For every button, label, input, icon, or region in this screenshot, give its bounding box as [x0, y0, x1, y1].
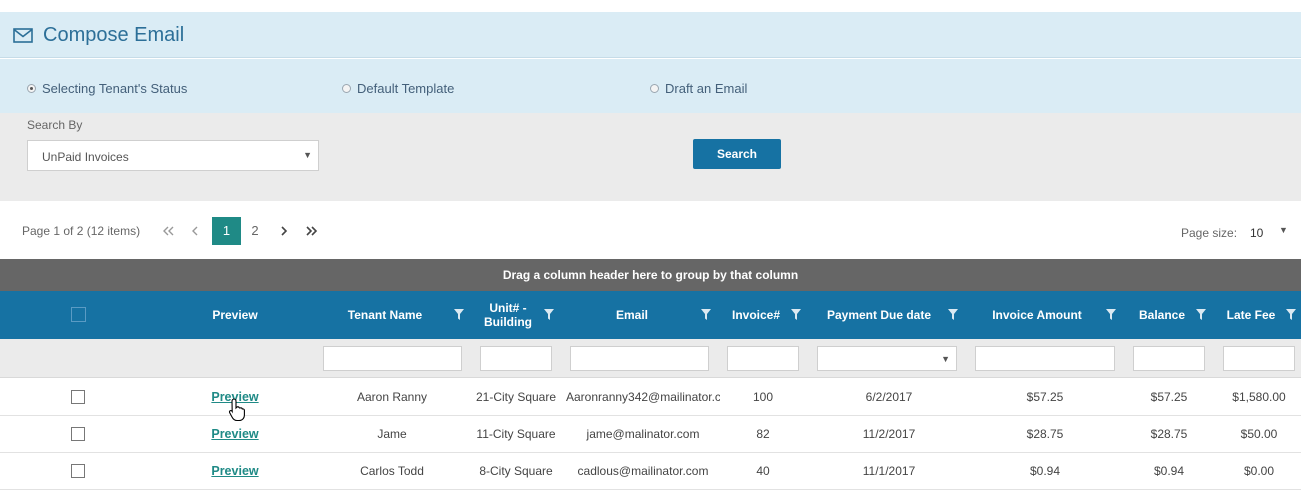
- grid-header: Preview Tenant Name Unit# - Building Ema…: [0, 291, 1301, 339]
- filter-input-email[interactable]: [570, 346, 709, 371]
- filter-icon[interactable]: [1286, 309, 1296, 320]
- cell-invoice: 82: [756, 427, 770, 441]
- radio-label: Default Template: [357, 81, 455, 96]
- select-all-checkbox[interactable]: [71, 307, 86, 322]
- cell-payment-due-date: 6/2/2017: [865, 390, 913, 404]
- page-size-arrow-icon[interactable]: ▼: [1279, 225, 1288, 235]
- filter-date-picker-payment-due[interactable]: ▼: [817, 346, 957, 371]
- filter-icon[interactable]: [544, 309, 554, 320]
- radio-selecting-tenants-status[interactable]: Selecting Tenant's Status: [27, 81, 187, 96]
- filter-icon[interactable]: [701, 309, 711, 320]
- filter-icon[interactable]: [1196, 309, 1206, 320]
- table-row[interactable]: Preview Carlos Todd 8-City Square cadlou…: [0, 453, 1301, 490]
- cell-balance: $0.94: [1153, 464, 1185, 478]
- cell-invoice: 100: [752, 390, 774, 404]
- last-page-icon[interactable]: [305, 217, 319, 245]
- cell-late-fee: $1,580.00: [1232, 390, 1286, 404]
- cell-payment-due-date: 11/2/2017: [862, 427, 916, 441]
- filter-input-invoice-amount[interactable]: [975, 346, 1115, 371]
- filter-icon[interactable]: [454, 309, 464, 320]
- first-page-icon[interactable]: [161, 217, 175, 245]
- cell-late-fee: $50.00: [1240, 427, 1278, 441]
- row-checkbox[interactable]: [71, 390, 85, 404]
- column-header-line: Building: [484, 315, 532, 329]
- cell-payment-due-date: 11/1/2017: [862, 464, 916, 478]
- page-size-label: Page size:: [1181, 226, 1238, 240]
- radio-button[interactable]: [342, 84, 351, 93]
- previous-page-icon[interactable]: [189, 217, 201, 245]
- cell-tenant-name: Aaron Ranny: [356, 390, 428, 404]
- pager-info: Page 1 of 2 (12 items): [22, 224, 141, 238]
- filter-row: ▼: [0, 339, 1301, 378]
- radio-button-selected[interactable]: [27, 84, 36, 93]
- page-title: Compose Email: [43, 24, 185, 46]
- cell-email: Aaronranny342@mailinator.c: [566, 390, 720, 404]
- page-size-dropdown[interactable]: 10: [1250, 226, 1263, 240]
- hand-cursor-icon: [228, 398, 245, 422]
- filter-icon[interactable]: [791, 309, 801, 320]
- cell-tenant-name: Jame: [377, 427, 407, 441]
- column-header-invoice-amount[interactable]: Invoice Amount: [980, 291, 1094, 339]
- search-by-label: Search By: [27, 118, 83, 132]
- table-row[interactable]: Preview Aaron Ranny 21-City Square Aaron…: [0, 379, 1301, 416]
- column-header-late-fee[interactable]: Late Fee: [1222, 291, 1280, 339]
- filter-input-late-fee[interactable]: [1223, 346, 1295, 371]
- column-header-invoice[interactable]: Invoice#: [726, 291, 786, 339]
- filter-input-balance[interactable]: [1133, 346, 1205, 371]
- column-header-unit-building[interactable]: Unit# - Building: [478, 291, 538, 339]
- radio-button[interactable]: [650, 84, 659, 93]
- cell-email: jame@malinator.com: [586, 427, 700, 441]
- dropdown-arrow-icon[interactable]: ▼: [941, 354, 950, 364]
- filter-input-unit-building[interactable]: [480, 346, 552, 371]
- cell-unit-building: 11-City Square: [476, 427, 556, 441]
- cell-email: cadlous@mailinator.com: [577, 464, 709, 478]
- cell-unit-building: 21-City Square: [475, 390, 557, 404]
- group-by-panel[interactable]: Drag a column header here to group by th…: [0, 259, 1301, 291]
- cell-invoice-amount: $28.75: [1026, 427, 1064, 441]
- next-page-icon[interactable]: [278, 217, 290, 245]
- radio-draft-an-email[interactable]: Draft an Email: [650, 81, 747, 96]
- radio-default-template[interactable]: Default Template: [342, 81, 454, 96]
- page-button-2[interactable]: 2: [245, 217, 265, 245]
- table-row[interactable]: Preview Jame 11-City Square jame@malinat…: [0, 416, 1301, 453]
- column-header-payment-due-date[interactable]: Payment Due date: [820, 291, 938, 339]
- row-checkbox[interactable]: [71, 427, 85, 441]
- cell-tenant-name: Carlos Todd: [360, 464, 424, 478]
- search-panel: Search By UnPaid Invoices ▼ Search: [0, 113, 1301, 201]
- search-button[interactable]: Search: [693, 139, 781, 169]
- filter-input-tenant-name[interactable]: [323, 346, 462, 371]
- column-header-preview[interactable]: Preview: [190, 291, 280, 339]
- filter-icon[interactable]: [1106, 309, 1116, 320]
- envelope-icon: [13, 28, 33, 43]
- cell-balance: $28.75: [1150, 427, 1188, 441]
- filter-icon[interactable]: [948, 309, 958, 320]
- cell-unit-building: 8-City Square: [479, 464, 553, 478]
- cell-late-fee: $0.00: [1243, 464, 1275, 478]
- column-header-email[interactable]: Email: [580, 291, 684, 339]
- compose-mode-options: Selecting Tenant's Status Default Templa…: [0, 59, 1301, 113]
- pager: Page 1 of 2 (12 items) 1 2 Page size: 10…: [0, 201, 1301, 259]
- cell-balance: $57.25: [1150, 390, 1188, 404]
- compose-email-header: Compose Email: [0, 12, 1301, 58]
- page-button-1[interactable]: 1: [212, 217, 241, 245]
- search-by-dropdown[interactable]: UnPaid Invoices ▼: [27, 140, 319, 171]
- search-by-value: UnPaid Invoices: [42, 150, 129, 164]
- row-checkbox[interactable]: [71, 464, 85, 478]
- column-header-line: Unit# -: [489, 301, 527, 315]
- column-header-balance[interactable]: Balance: [1134, 291, 1190, 339]
- dropdown-arrow-icon: ▼: [303, 150, 312, 160]
- filter-input-invoice[interactable]: [727, 346, 799, 371]
- column-header-tenant-name[interactable]: Tenant Name: [330, 291, 440, 339]
- cell-invoice-amount: $0.94: [1029, 464, 1061, 478]
- radio-label: Selecting Tenant's Status: [42, 81, 188, 96]
- radio-label: Draft an Email: [665, 81, 748, 96]
- cell-invoice: 40: [756, 464, 770, 478]
- cell-invoice-amount: $57.25: [1026, 390, 1064, 404]
- preview-link[interactable]: Preview: [190, 453, 280, 490]
